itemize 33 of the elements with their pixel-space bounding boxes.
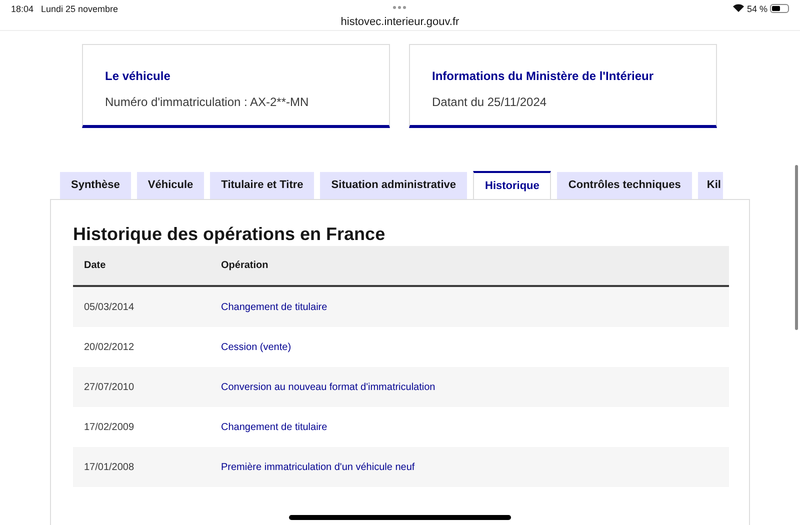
- scrollbar[interactable]: [795, 165, 798, 330]
- date-cell-text: 27/07/2010: [83, 380, 136, 394]
- tab[interactable]: Historique: [473, 171, 552, 199]
- operation-link[interactable]: Cession (vente): [221, 340, 292, 354]
- status-date: Lundi 25 novembre: [41, 3, 118, 16]
- card-title: Informations du Ministère de l'Intérieur: [432, 68, 655, 85]
- more-icon[interactable]: [393, 6, 406, 9]
- operation-link[interactable]: Changement de titulaire: [221, 420, 328, 434]
- tab[interactable]: Véhicule: [136, 172, 204, 199]
- date-cell-text: 05/03/2014: [83, 300, 136, 314]
- wifi-icon: [733, 4, 744, 12]
- tab[interactable]: Kil: [698, 172, 723, 199]
- section-title: Historique des opérations en France: [73, 223, 386, 246]
- tab[interactable]: Situation administrative: [320, 172, 467, 199]
- operation-link[interactable]: Conversion au nouveau format d'immatriculation: [221, 380, 436, 394]
- operation-link[interactable]: Première immatriculation d'un véhicule neuf: [221, 460, 415, 474]
- column-header: Date: [83, 259, 107, 273]
- url-text[interactable]: histovec.interieur.gouv.fr: [0, 14, 800, 30]
- card-text: Datant du 25/11/2024: [432, 94, 548, 111]
- column-header: Opération: [221, 259, 268, 273]
- battery-percent: 54 %: [747, 3, 768, 16]
- tab[interactable]: Contrôles techniques: [557, 172, 692, 199]
- card-title: Le véhicule: [105, 68, 172, 85]
- operation-link[interactable]: Changement de titulaire: [221, 300, 328, 314]
- card-text: Numéro d'immatriculation : AX-2**-MN: [105, 94, 310, 111]
- date-cell-text: 20/02/2012: [83, 340, 136, 354]
- tab[interactable]: Titulaire et Titre: [210, 172, 314, 199]
- status-time: 18:04: [11, 3, 34, 16]
- tab[interactable]: Synthèse: [60, 172, 131, 199]
- battery-icon: [770, 4, 789, 13]
- date-cell-text: 17/02/2009: [83, 420, 136, 434]
- home-indicator[interactable]: [289, 515, 511, 520]
- date-cell-text: 17/01/2008: [83, 460, 136, 474]
